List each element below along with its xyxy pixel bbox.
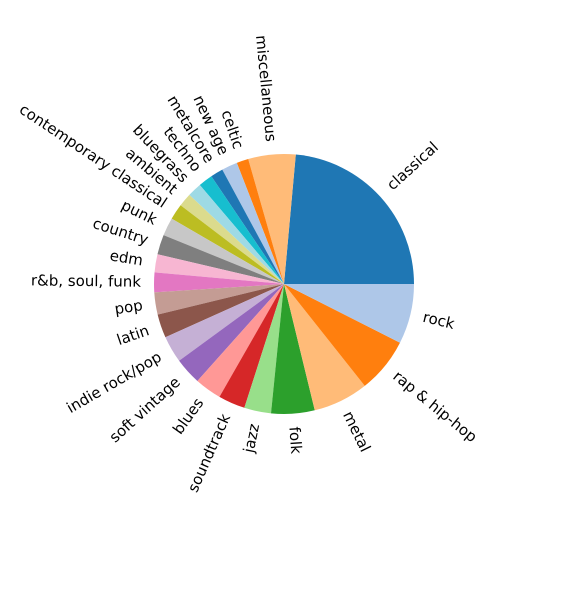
pie-label-edm: edm bbox=[109, 246, 145, 269]
pie-label-r-b-soul-funk: r&b, soul, funk bbox=[31, 271, 142, 290]
pie-label-latin: latin bbox=[114, 321, 151, 349]
pie-label-classical: classical bbox=[383, 138, 442, 194]
pie-label-jazz: jazz bbox=[239, 422, 263, 455]
pie-label-metal: metal bbox=[339, 408, 374, 455]
pie-chart: classical miscellaneous celtic new age metal… bbox=[0, 0, 568, 597]
pie-label-blues: blues bbox=[169, 394, 207, 437]
pie-label-miscellaneous: miscellaneous bbox=[252, 34, 280, 142]
pie-label-rap-hip-hop: rap & hip-hop bbox=[389, 367, 480, 446]
pie-slices bbox=[153, 154, 414, 415]
pie-chart-svg: classicalmiscellaneouscelticnew agemetal… bbox=[16, 34, 481, 495]
pie-label-rock: rock bbox=[421, 308, 457, 333]
pie-label-folk: folk bbox=[285, 426, 305, 455]
pie-label-pop: pop bbox=[113, 296, 144, 318]
